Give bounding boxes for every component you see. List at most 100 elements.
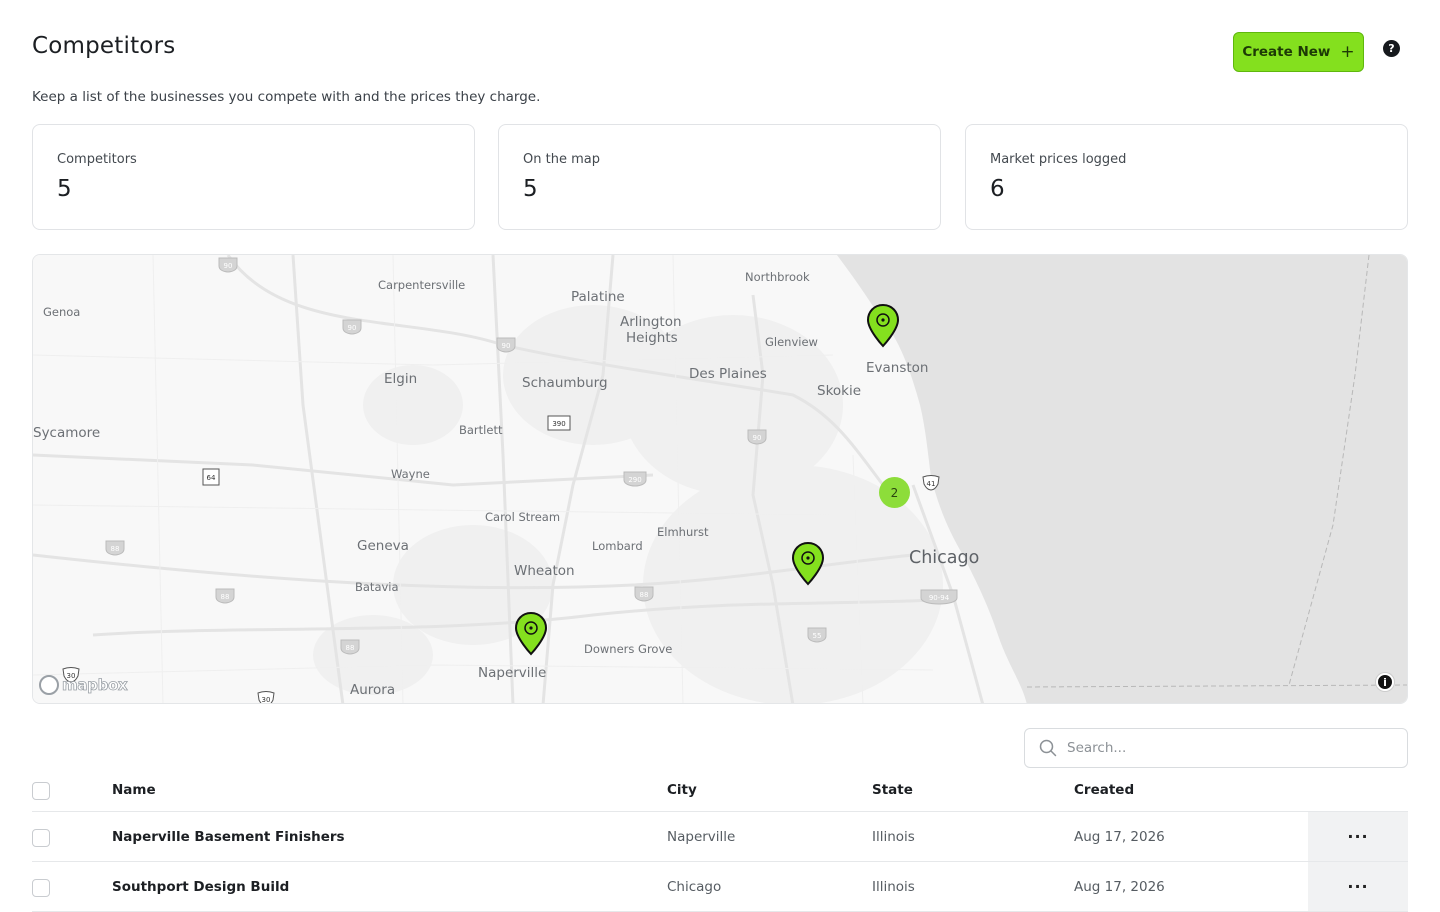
city-label: Batavia (355, 580, 399, 594)
search-field[interactable] (1024, 728, 1408, 768)
row-actions-menu-icon[interactable]: ··· (1308, 862, 1408, 911)
table-row[interactable]: Southport Design Build Chicago Illinois … (32, 862, 1408, 912)
competitor-map[interactable]: Genoa Carpentersville Palatine Northbroo… (32, 254, 1408, 704)
state-route-shield-icon: 64 (202, 468, 220, 486)
shield-number: 64 (207, 474, 216, 482)
stat-card-on-map: On the map 5 (498, 124, 941, 230)
mapbox-logo[interactable]: mapbox (39, 675, 129, 695)
mapbox-logo-text: mapbox (62, 676, 129, 695)
map-pin-icon[interactable] (513, 611, 549, 657)
map-pin-icon[interactable] (790, 541, 826, 587)
shield-number: 90 (348, 324, 357, 332)
interstate-shield-icon: 88 (215, 588, 235, 604)
city-label: Geneva (357, 538, 409, 554)
select-all-checkbox[interactable] (32, 782, 50, 800)
city-label: Heights (626, 330, 678, 346)
stat-label: Market prices logged (990, 152, 1127, 167)
shield-number: 90 (224, 262, 233, 270)
stat-label: On the map (523, 152, 600, 167)
map-pin-icon[interactable] (865, 303, 901, 349)
competitor-city: Chicago (667, 878, 722, 895)
stat-card-competitors: Competitors 5 (32, 124, 475, 230)
city-label: Lombard (592, 539, 643, 553)
city-label: Wheaton (514, 563, 575, 579)
shield-number: 88 (221, 593, 230, 601)
shield-number: 30 (262, 696, 271, 704)
competitor-created: Aug 17, 2026 (1074, 828, 1165, 845)
shield-number: 90-94 (929, 594, 950, 602)
stat-value: 6 (990, 176, 1005, 202)
map-cluster-marker[interactable]: 2 (879, 477, 910, 508)
stat-card-market-prices: Market prices logged 6 (965, 124, 1408, 230)
city-label: Naperville (478, 665, 547, 681)
city-label: Sycamore (33, 425, 101, 441)
map-base-layer (33, 255, 1407, 703)
city-label: Schaumburg (522, 375, 608, 391)
mapbox-logo-icon (39, 675, 59, 695)
page-subtitle: Keep a list of the businesses you compet… (32, 89, 541, 105)
column-header-city[interactable]: City (667, 768, 697, 811)
city-label: Genoa (43, 305, 81, 319)
shield-number: 88 (346, 644, 355, 652)
interstate-shield-icon: 90 (747, 429, 767, 445)
city-label: Skokie (817, 383, 862, 399)
table-header-row: Name City State Created (32, 768, 1408, 812)
interstate-shield-icon: 90 (218, 257, 238, 273)
competitor-city: Naperville (667, 828, 736, 845)
city-label: Des Plaines (689, 366, 767, 382)
city-label: Carol Stream (485, 510, 561, 524)
shield-number: 290 (628, 476, 641, 484)
row-checkbox[interactable] (32, 879, 50, 897)
city-label: Palatine (571, 289, 625, 305)
competitor-name[interactable]: Naperville Basement Finishers (112, 812, 345, 861)
city-label: Evanston (866, 360, 929, 376)
column-header-created[interactable]: Created (1074, 768, 1134, 811)
interstate-shield-icon: 90 (342, 319, 362, 335)
stat-value: 5 (523, 176, 538, 202)
column-header-state[interactable]: State (872, 768, 913, 811)
help-icon[interactable]: ? (1383, 40, 1400, 57)
state-route-shield-icon: 390 (547, 415, 571, 431)
city-label: Chicago (909, 548, 980, 568)
city-label: Glenview (765, 335, 818, 349)
row-actions-menu-icon[interactable]: ··· (1308, 812, 1408, 861)
create-new-button[interactable]: Create New + (1233, 32, 1364, 72)
competitor-created: Aug 17, 2026 (1074, 878, 1165, 895)
shield-number: 90 (753, 434, 762, 442)
interstate-shield-icon: 55 (807, 627, 827, 643)
interstate-shield-icon: 90-94 (920, 589, 958, 605)
interstate-shield-icon: 88 (105, 540, 125, 556)
city-label: Bartlett (459, 423, 503, 437)
us-route-shield-icon: 41 (922, 475, 940, 491)
city-label: Downers Grove (584, 642, 673, 656)
shield-number: 90 (502, 342, 511, 350)
city-label: Wayne (391, 467, 430, 481)
stat-value: 5 (57, 176, 72, 202)
interstate-shield-icon: 88 (340, 639, 360, 655)
shield-number: 390 (552, 420, 565, 428)
row-checkbox[interactable] (32, 829, 50, 847)
page-title: Competitors (32, 33, 176, 59)
competitor-state: Illinois (872, 878, 915, 895)
city-label: Elmhurst (657, 525, 709, 539)
city-label: Arlington (620, 314, 682, 330)
interstate-shield-icon: 290 (623, 471, 647, 487)
city-label: Elgin (384, 371, 418, 387)
search-input[interactable] (1067, 740, 1387, 756)
plus-icon: + (1340, 41, 1355, 62)
stat-label: Competitors (57, 152, 137, 167)
shield-number: 41 (927, 480, 936, 488)
city-label: Northbrook (745, 270, 810, 284)
table-row[interactable]: Naperville Basement Finishers Naperville… (32, 812, 1408, 862)
search-icon (1039, 739, 1057, 757)
city-label: Carpentersville (378, 278, 466, 292)
competitor-name[interactable]: Southport Design Build (112, 862, 289, 911)
competitors-table: Name City State Created Naperville Basem… (32, 768, 1408, 912)
column-header-name[interactable]: Name (112, 768, 156, 811)
city-label: Aurora (350, 682, 396, 698)
shield-number: 55 (813, 632, 822, 640)
map-attribution-info-icon[interactable]: i (1376, 673, 1394, 691)
create-new-label: Create New (1242, 44, 1331, 60)
us-route-shield-icon: 30 (257, 691, 275, 704)
competitor-state: Illinois (872, 828, 915, 845)
